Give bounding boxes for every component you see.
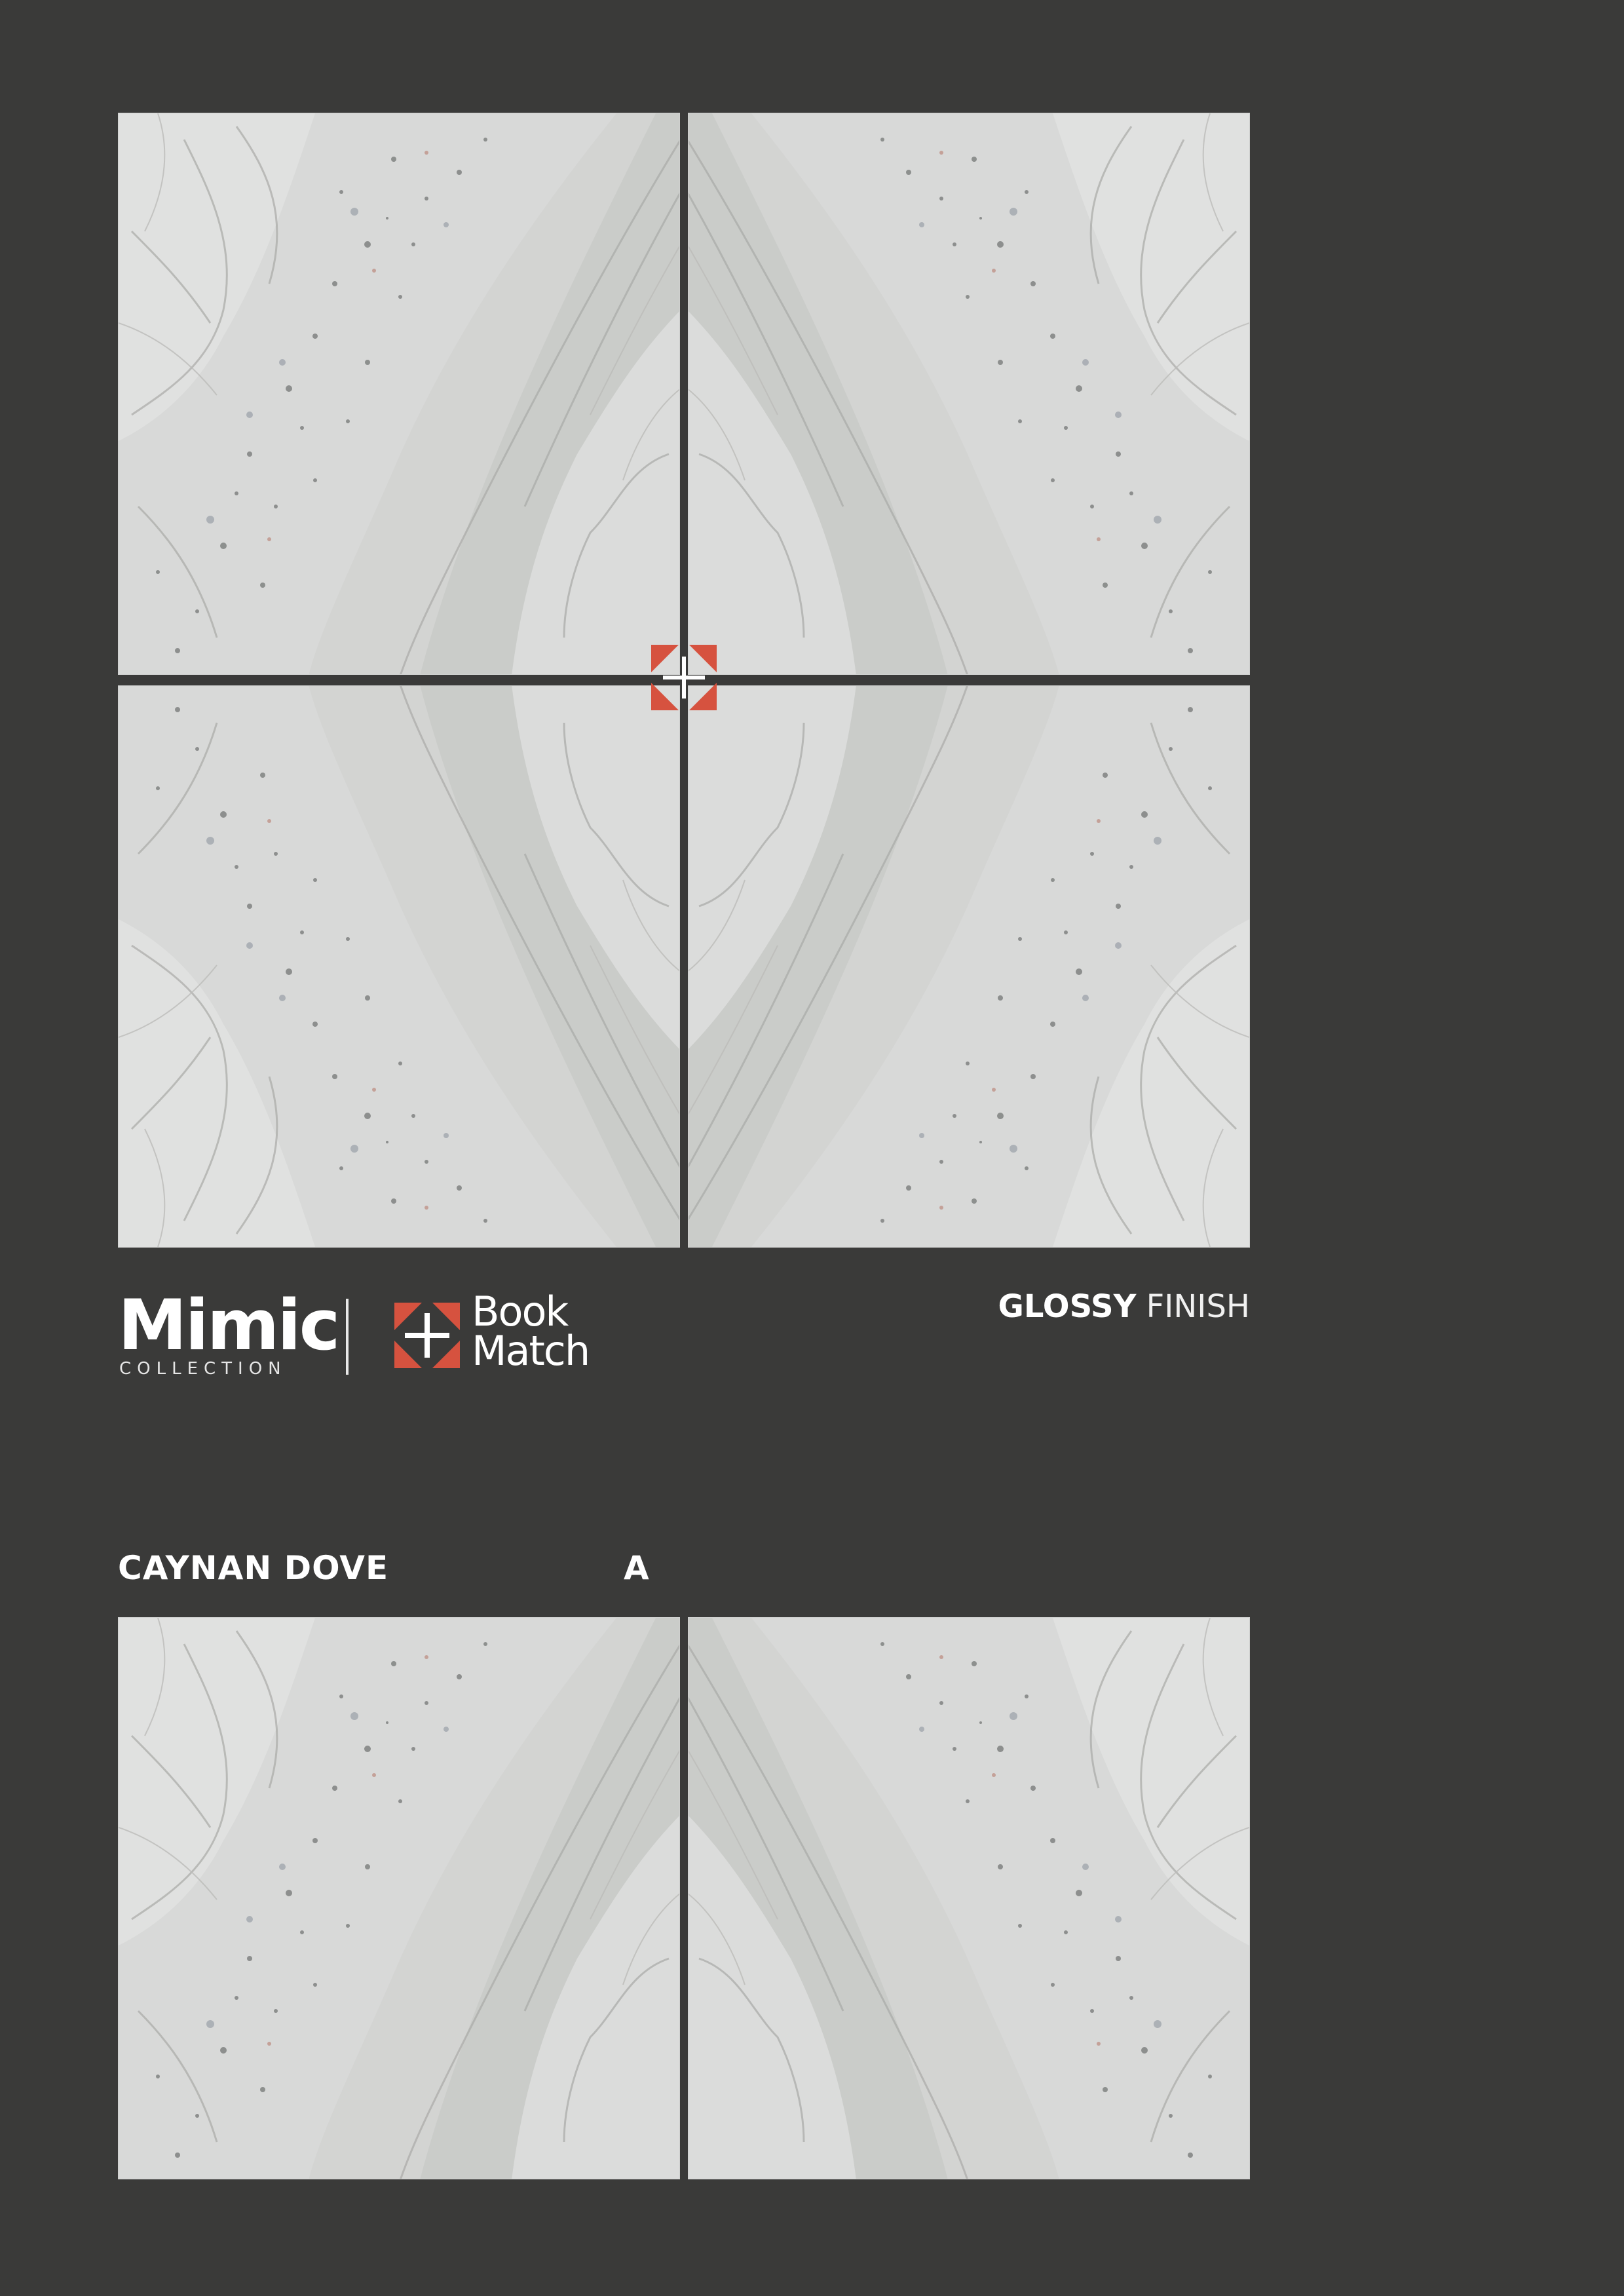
book-match-line1: Book [472,1288,569,1335]
tile-top-right [688,113,1250,675]
tile-pair-left [118,1617,680,2179]
product-variant: A [624,1549,649,1587]
book-match-wordmark: Book Match [472,1288,590,1375]
tile-bottom-right [688,685,1250,1248]
marble-texture [688,1618,1249,2179]
finish-type: GLOSSY [998,1288,1137,1325]
tile-pair-right [688,1617,1250,2179]
finish-word: FINISH [1146,1288,1250,1325]
product-name: CAYNAN DOVE [118,1549,389,1587]
book-match-line2: Match [472,1327,590,1375]
marble-texture [688,685,1249,1247]
book-match-icon [394,1303,460,1368]
tile-bottom-left [118,685,680,1248]
marble-texture [119,1618,680,2179]
mimic-logo: Mimic [118,1285,340,1366]
tile-top-left [118,113,680,675]
marble-texture [119,685,680,1247]
collection-label: COLLECTION [119,1359,287,1379]
marble-texture [688,113,1249,675]
divider [346,1299,349,1375]
book-match-center-icon [651,645,717,710]
marble-texture [119,113,680,675]
finish-label: GLOSSY FINISH [998,1288,1250,1325]
